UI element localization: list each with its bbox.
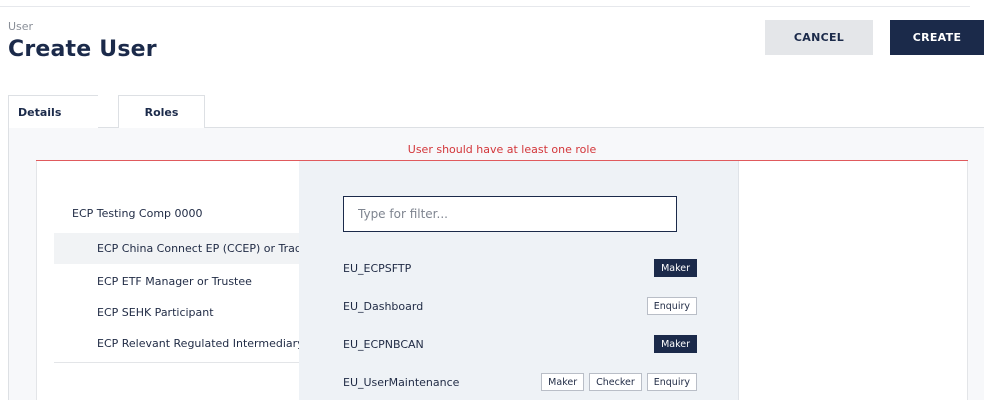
role-badges: Enquiry	[646, 297, 697, 315]
tree-item-ccep[interactable]: ECP China Connect EP (CCEP) or Trading P…	[54, 233, 314, 264]
role-row-eu-ecpnbcan: EU_ECPNBCAN Maker	[343, 334, 697, 354]
tree-divider	[54, 362, 300, 363]
role-name: EU_UserMaintenance	[343, 375, 460, 389]
role-filter-input[interactable]	[343, 196, 677, 232]
checker-badge[interactable]: Checker	[589, 373, 642, 391]
company-tree-node[interactable]: ECP Testing Comp 0000	[72, 207, 203, 220]
role-row-eu-dashboard: EU_Dashboard Enquiry	[343, 296, 697, 316]
create-button[interactable]: CREATE	[890, 20, 984, 55]
role-badges: Maker Checker Enquiry	[541, 373, 697, 391]
maker-badge[interactable]: Maker	[541, 373, 585, 391]
maker-badge[interactable]: Maker	[654, 259, 697, 277]
enquiry-badge[interactable]: Enquiry	[646, 297, 697, 315]
validation-error-message: User should have at least one role	[407, 143, 597, 156]
cancel-button[interactable]: CANCEL	[765, 20, 873, 55]
role-badges: Maker	[654, 335, 697, 353]
role-name: EU_ECPSFTP	[343, 261, 412, 275]
role-row-eu-usermaintenance: EU_UserMaintenance Maker Checker Enquiry	[343, 372, 697, 392]
breadcrumb[interactable]: User	[8, 20, 33, 33]
role-name: EU_ECPNBCAN	[343, 337, 424, 351]
tab-roles[interactable]: Roles	[118, 95, 205, 128]
maker-badge[interactable]: Maker	[654, 335, 697, 353]
enquiry-badge[interactable]: Enquiry	[646, 373, 697, 391]
top-divider	[0, 6, 970, 7]
tree-item-etf-manager[interactable]: ECP ETF Manager or Trustee	[54, 266, 314, 297]
page-title: Create User	[8, 37, 157, 62]
tree-item-sehk-participant[interactable]: ECP SEHK Participant	[54, 297, 314, 328]
role-name: EU_Dashboard	[343, 299, 424, 313]
tab-divider	[98, 127, 118, 128]
role-row-eu-ecpsftp: EU_ECPSFTP Maker	[343, 258, 697, 278]
role-badges: Maker	[654, 259, 697, 277]
tab-details[interactable]: Details	[8, 95, 98, 128]
tree-item-relevant-intermediary[interactable]: ECP Relevant Regulated Intermediary	[54, 328, 314, 359]
